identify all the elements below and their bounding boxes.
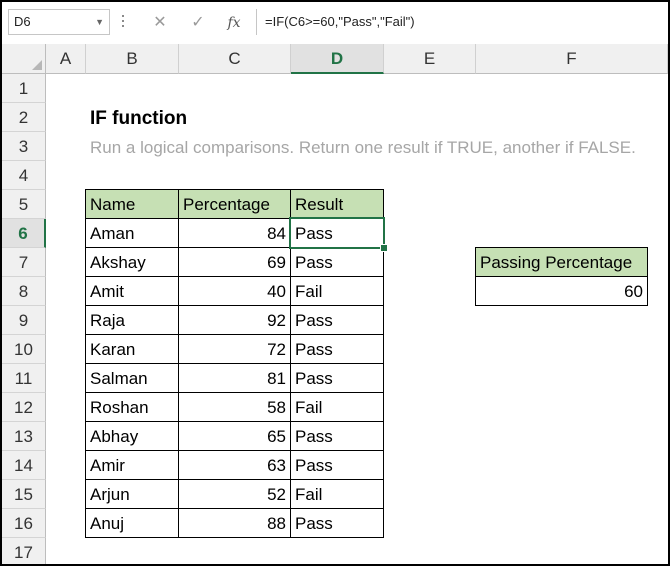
table-cell[interactable]: Pass: [290, 363, 384, 393]
row-header-6[interactable]: 6: [2, 219, 46, 248]
row-header-2[interactable]: 2: [2, 103, 46, 132]
fill-handle[interactable]: [380, 244, 388, 252]
row-header-3[interactable]: 3: [2, 132, 46, 161]
name-box[interactable]: D6 ▼: [8, 9, 110, 35]
table-cell[interactable]: Pass: [290, 450, 384, 480]
table-cell[interactable]: 63: [178, 450, 291, 480]
table-cell[interactable]: Pass: [290, 334, 384, 364]
formula-bar: D6 ▼ ✕ ✓ fx =IF(C6>=60,"Pass","Fail"): [2, 2, 668, 45]
table-cell[interactable]: 58: [178, 392, 291, 422]
row-header-5[interactable]: 5: [2, 190, 46, 219]
table-cell[interactable]: 69: [178, 247, 291, 277]
table-cell[interactable]: Karan: [85, 334, 179, 364]
table-cell[interactable]: Roshan: [85, 392, 179, 422]
row-header-9[interactable]: 9: [2, 306, 46, 335]
table-cell[interactable]: Amir: [85, 450, 179, 480]
column-header-d[interactable]: D: [291, 44, 384, 74]
table-cell[interactable]: 52: [178, 479, 291, 509]
row-header-1[interactable]: 1: [2, 74, 46, 103]
table-cell[interactable]: Pass: [290, 421, 384, 451]
row-header-13[interactable]: 13: [2, 422, 46, 451]
select-all-corner[interactable]: [2, 44, 46, 74]
row-header-11[interactable]: 11: [2, 364, 46, 393]
row-header-16[interactable]: 16: [2, 509, 46, 538]
passing-percentage-label[interactable]: Passing Percentage: [475, 247, 648, 277]
table-cell[interactable]: Salman: [85, 363, 179, 393]
table-cell[interactable]: 40: [178, 276, 291, 306]
column-header-e[interactable]: E: [384, 44, 476, 74]
table-cell[interactable]: 88: [178, 508, 291, 538]
table-cell[interactable]: Pass: [290, 508, 384, 538]
row-header-7[interactable]: 7: [2, 248, 46, 277]
table-cell[interactable]: Fail: [290, 392, 384, 422]
chevron-down-icon[interactable]: ▼: [95, 10, 104, 34]
table-cell[interactable]: Arjun: [85, 479, 179, 509]
name-box-value: D6: [14, 14, 31, 29]
row-header-8[interactable]: 8: [2, 277, 46, 306]
column-header-b[interactable]: B: [86, 44, 179, 74]
row-header-15[interactable]: 15: [2, 480, 46, 509]
column-header-c[interactable]: C: [179, 44, 291, 74]
table-header-cell[interactable]: Percentage: [178, 189, 291, 219]
table-cell[interactable]: 92: [178, 305, 291, 335]
column-header-f[interactable]: F: [476, 44, 668, 74]
column-header-a[interactable]: A: [46, 44, 86, 74]
sheet-title[interactable]: IF function: [86, 104, 191, 133]
table-cell[interactable]: Fail: [290, 479, 384, 509]
table-cell[interactable]: 72: [178, 334, 291, 364]
row-header-17[interactable]: 17: [2, 538, 46, 564]
row-header-10[interactable]: 10: [2, 335, 46, 364]
insert-function-icon[interactable]: fx: [220, 11, 248, 35]
sheet-subtitle[interactable]: Run a logical comparisons. Return one re…: [86, 133, 640, 162]
table-header-cell[interactable]: Result: [290, 189, 384, 219]
table-cell[interactable]: 65: [178, 421, 291, 451]
table-cell[interactable]: 81: [178, 363, 291, 393]
table-cell[interactable]: Raja: [85, 305, 179, 335]
more-options-icon[interactable]: [120, 12, 126, 32]
table-cell[interactable]: Pass: [290, 305, 384, 335]
table-cell[interactable]: Pass: [290, 247, 384, 277]
passing-percentage-value[interactable]: 60: [475, 276, 648, 306]
table-cell[interactable]: Amit: [85, 276, 179, 306]
formula-input[interactable]: =IF(C6>=60,"Pass","Fail"): [256, 9, 668, 35]
table-cell[interactable]: Aman: [85, 218, 179, 248]
table-cell[interactable]: Anuj: [85, 508, 179, 538]
table-cell[interactable]: 84: [178, 218, 291, 248]
table-cell[interactable]: Akshay: [85, 247, 179, 277]
excel-window: D6 ▼ ✕ ✓ fx =IF(C6>=60,"Pass","Fail") AB…: [0, 0, 670, 566]
row-header-4[interactable]: 4: [2, 161, 46, 190]
row-header-14[interactable]: 14: [2, 451, 46, 480]
table-cell[interactable]: Fail: [290, 276, 384, 306]
enter-icon[interactable]: ✓: [184, 11, 212, 35]
cancel-icon[interactable]: ✕: [146, 11, 174, 35]
table-cell[interactable]: Abhay: [85, 421, 179, 451]
table-header-cell[interactable]: Name: [85, 189, 179, 219]
active-cell[interactable]: Pass: [289, 217, 385, 249]
row-header-12[interactable]: 12: [2, 393, 46, 422]
